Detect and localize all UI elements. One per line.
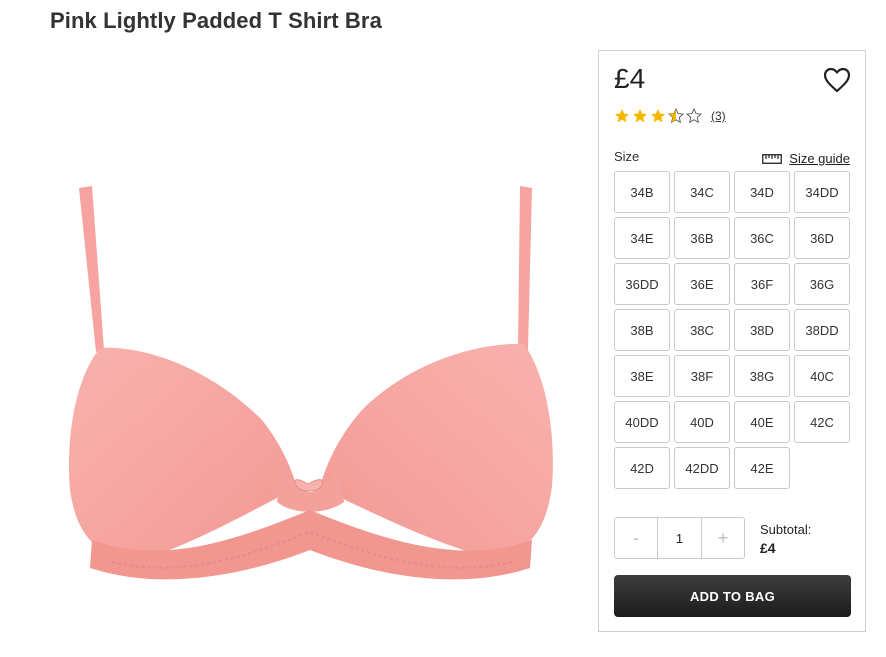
purchase-panel: £4 (3) Size Size guide 34B 34C 34D 34DD 34E 3… bbox=[598, 50, 866, 632]
heart-icon bbox=[823, 67, 851, 93]
product-image bbox=[52, 170, 572, 610]
quantity-value[interactable]: 1 bbox=[657, 518, 702, 558]
rating: (3) bbox=[614, 107, 726, 125]
size-option-38c[interactable]: 38C bbox=[674, 309, 730, 351]
size-option-38f[interactable]: 38F bbox=[674, 355, 730, 397]
size-option-40d[interactable]: 40D bbox=[674, 401, 730, 443]
product-title: Pink Lightly Padded T Shirt Bra bbox=[50, 8, 382, 33]
subtotal-label: Subtotal: bbox=[760, 522, 812, 537]
size-option-34dd[interactable]: 34DD bbox=[794, 171, 850, 213]
star-full-icon bbox=[615, 109, 629, 123]
size-option-38g[interactable]: 38G bbox=[734, 355, 790, 397]
size-option-40e[interactable]: 40E bbox=[734, 401, 790, 443]
size-option-38dd[interactable]: 38DD bbox=[794, 309, 850, 351]
quantity-increase-button[interactable]: + bbox=[702, 518, 744, 558]
size-option-34c[interactable]: 34C bbox=[674, 171, 730, 213]
size-option-42e[interactable]: 42E bbox=[734, 447, 790, 489]
size-option-40c[interactable]: 40C bbox=[794, 355, 850, 397]
size-option-42c[interactable]: 42C bbox=[794, 401, 850, 443]
size-guide-link[interactable]: Size guide bbox=[762, 151, 850, 166]
subtotal-value: £4 bbox=[760, 540, 776, 556]
size-option-42d[interactable]: 42D bbox=[614, 447, 670, 489]
size-option-36c[interactable]: 36C bbox=[734, 217, 790, 259]
quantity-stepper: - 1 + bbox=[614, 517, 745, 559]
size-grid: 34B 34C 34D 34DD 34E 36B 36C 36D 36DD 36E 36F 36G 38… bbox=[614, 171, 852, 489]
size-option-38d[interactable]: 38D bbox=[734, 309, 790, 351]
quantity-decrease-button[interactable]: - bbox=[615, 518, 657, 558]
size-option-38b[interactable]: 38B bbox=[614, 309, 670, 351]
star-half-icon bbox=[668, 108, 684, 124]
size-guide-label: Size guide bbox=[789, 151, 850, 166]
size-option-36dd[interactable]: 36DD bbox=[614, 263, 670, 305]
size-option-36e[interactable]: 36E bbox=[674, 263, 730, 305]
size-option-36g[interactable]: 36G bbox=[794, 263, 850, 305]
subtotal: Subtotal: £4 bbox=[760, 521, 811, 557]
size-option-34b[interactable]: 34B bbox=[614, 171, 670, 213]
review-count-link[interactable]: (3) bbox=[711, 109, 726, 123]
price: £4 bbox=[614, 63, 646, 94]
size-option-34d[interactable]: 34D bbox=[734, 171, 790, 213]
size-option-36b[interactable]: 36B bbox=[674, 217, 730, 259]
pink-bra-image bbox=[69, 186, 553, 580]
add-to-bag-button[interactable]: ADD TO BAG bbox=[614, 575, 851, 617]
size-option-36d[interactable]: 36D bbox=[794, 217, 850, 259]
ruler-icon bbox=[762, 153, 783, 164]
star-full-icon bbox=[651, 109, 665, 123]
size-option-36f[interactable]: 36F bbox=[734, 263, 790, 305]
size-option-42dd[interactable]: 42DD bbox=[674, 447, 730, 489]
star-empty-icon bbox=[686, 108, 702, 124]
star-full-icon bbox=[633, 109, 647, 123]
size-option-40dd[interactable]: 40DD bbox=[614, 401, 670, 443]
size-option-34e[interactable]: 34E bbox=[614, 217, 670, 259]
size-label: Size bbox=[614, 149, 640, 164]
size-option-38e[interactable]: 38E bbox=[614, 355, 670, 397]
wishlist-button[interactable] bbox=[823, 67, 851, 93]
